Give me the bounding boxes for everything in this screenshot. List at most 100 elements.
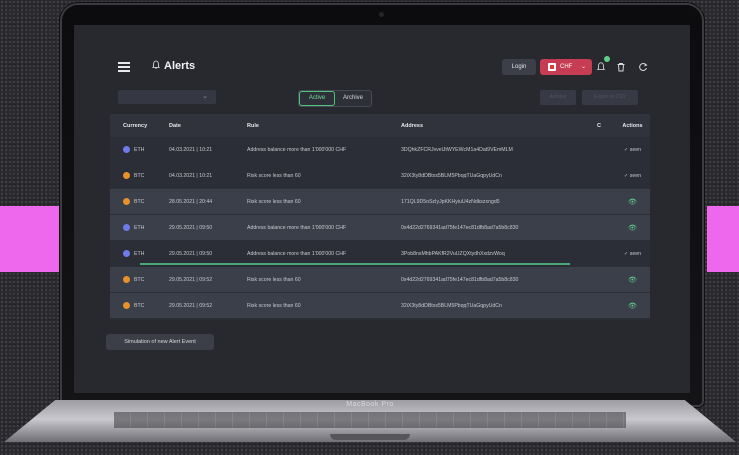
rule-cell: Risk score less than 60 xyxy=(247,302,301,309)
currency-code: ETH xyxy=(134,224,145,231)
date-cell: 29.05.2021 | 09:50 xyxy=(169,250,213,257)
col-currency: Currency xyxy=(123,122,148,129)
table-row[interactable]: BTC 29.05.2021 | 09:52 Risk score less tha… xyxy=(110,267,650,293)
seen-check[interactable]: ✓ seen xyxy=(624,173,641,179)
tab-switch: Active Archive xyxy=(298,90,372,107)
chevron-down-icon: ⌄ xyxy=(202,93,208,100)
laptop-lid: Alerts Login CHF ⌄ ⌄ Active Archive Arch… xyxy=(62,5,702,405)
currency-cell: BTC xyxy=(110,302,169,309)
hamburger-menu-icon[interactable] xyxy=(118,62,130,72)
currency-code: BTC xyxy=(134,172,145,179)
left-pink-band xyxy=(0,206,66,272)
date-cell: 28.05.2021 | 20:44 xyxy=(169,198,213,205)
currency-cell: ETH xyxy=(110,224,169,231)
currency-select[interactable]: CHF ⌄ xyxy=(540,59,592,75)
scroll-indicator xyxy=(140,263,570,265)
rule-cell: Address balance more than 1'000'000 CHF xyxy=(247,146,347,153)
action-cell[interactable]: 👁 xyxy=(615,198,650,206)
rule-cell: Risk score less than 60 xyxy=(247,172,301,179)
date-cell: 04.03.2021 | 10:21 xyxy=(169,172,213,179)
action-cell[interactable]: 👁 xyxy=(615,224,650,232)
btc-coin-icon xyxy=(123,276,130,283)
currency-cell: ETH xyxy=(110,250,169,257)
notification-badge xyxy=(604,56,610,62)
currency-cell: BTC xyxy=(110,172,169,179)
bell-icon xyxy=(152,60,160,69)
currency-cell: ETH xyxy=(110,146,169,153)
eth-coin-icon xyxy=(123,146,130,153)
currency-code: ETH xyxy=(134,146,145,153)
seen-label: seen xyxy=(629,172,642,179)
login-button[interactable]: Login xyxy=(502,59,536,75)
rule-cell: Risk score less than 60 xyxy=(247,276,301,283)
address-cell: 3Pob8nsMhbPAKfR2VuUZQXtydhXxdzvWoq xyxy=(401,250,505,257)
col-address: Address xyxy=(401,122,424,129)
seen-label: seen xyxy=(629,146,642,153)
btc-coin-icon xyxy=(123,172,130,179)
currency-code: BTC xyxy=(134,302,145,309)
address-cell: 3DQhkZFCRJvvelJtWYEWcM1a4Dat9VEmMLM xyxy=(401,146,513,153)
action-cell[interactable]: ✓ seen xyxy=(615,147,650,153)
eye-icon[interactable]: 👁 xyxy=(628,302,637,310)
table-row[interactable]: ETH 04.03.2021 | 10:21 Address balance mor… xyxy=(110,137,650,163)
app-screen: Alerts Login CHF ⌄ ⌄ Active Archive Arch… xyxy=(74,25,690,393)
rule-cell: Address balance more than 1'000'000 CHF xyxy=(247,250,347,257)
action-cell[interactable]: ✓ seen xyxy=(615,251,650,257)
page-title: Alerts xyxy=(164,60,196,72)
chevron-down-icon: ⌄ xyxy=(580,64,586,70)
currency-value: CHF xyxy=(560,64,573,70)
seen-check[interactable]: ✓ seen xyxy=(624,147,641,153)
date-cell: 04.03.2021 | 10:21 xyxy=(169,146,213,153)
table-header: Currency Date Rule Address C Actions xyxy=(110,114,650,137)
eye-icon[interactable]: 👁 xyxy=(628,198,637,206)
refresh-icon[interactable] xyxy=(638,62,648,72)
notifications-bell-icon[interactable] xyxy=(596,62,606,72)
eye-icon[interactable]: 👁 xyxy=(628,276,637,284)
action-cell[interactable]: ✓ seen xyxy=(615,173,650,179)
table-row[interactable]: BTC 29.05.2021 | 09:52 Risk score less tha… xyxy=(110,293,650,319)
simulate-alert-button[interactable]: Simulation of new Alert Event xyxy=(106,334,214,350)
col-rule: Rule xyxy=(247,122,259,129)
date-cell: 29.05.2021 | 09:52 xyxy=(169,276,213,283)
rule-cell: Risk score less than 60 xyxy=(247,198,301,205)
currency-code: BTC xyxy=(134,198,145,205)
table-row[interactable]: BTC 28.05.2021 | 20:44 Risk score less tha… xyxy=(110,189,650,215)
address-cell: 0x4d22d2769341ad75fe147ec81dfb8ad7a5b8c8… xyxy=(401,276,519,283)
currency-cell: BTC xyxy=(110,276,169,283)
eth-coin-icon xyxy=(123,224,130,231)
swiss-flag-icon xyxy=(548,63,556,71)
currency-code: BTC xyxy=(134,276,145,283)
table-row[interactable]: BTC 04.03.2021 | 10:21 Risk score less tha… xyxy=(110,163,650,189)
tab-active[interactable]: Active xyxy=(299,91,335,106)
top-bar: Alerts Login CHF ⌄ xyxy=(74,25,690,85)
trash-icon[interactable] xyxy=(616,62,626,72)
action-cell[interactable]: 👁 xyxy=(615,276,650,284)
currency-code: ETH xyxy=(134,250,145,257)
table-row[interactable]: ETH 29.05.2021 | 09:50 Address balance mor… xyxy=(110,215,650,241)
address-cell: 0x4d22d2769341ad75fe147ec81dfb8ad7a5b8c8… xyxy=(401,224,519,231)
col-date: Date xyxy=(169,122,181,129)
archive-button[interactable]: Archive xyxy=(540,90,576,105)
date-cell: 29.05.2021 | 09:52 xyxy=(169,302,213,309)
right-pink-band xyxy=(707,206,739,272)
address-cell: 32iX3ty8dDBtxs5BLM5PbqqTUaGqpyUdCn xyxy=(401,172,502,179)
eth-coin-icon xyxy=(123,250,130,257)
btc-coin-icon xyxy=(123,198,130,205)
export-csv-button[interactable]: Export to CSV xyxy=(582,90,638,105)
filter-dropdown[interactable]: ⌄ xyxy=(118,90,216,104)
alerts-table: Currency Date Rule Address C Actions ETH… xyxy=(110,114,650,319)
eye-icon[interactable]: 👁 xyxy=(628,224,637,232)
address-cell: 171QL9D5oSzIyJpKKHyiuU4zNdkszxngd5 xyxy=(401,198,500,205)
keyboard xyxy=(114,412,626,428)
tab-archive[interactable]: Archive xyxy=(335,91,371,106)
seen-check[interactable]: ✓ seen xyxy=(624,251,641,257)
col-c: C xyxy=(597,122,601,129)
action-cell[interactable]: 👁 xyxy=(615,302,650,310)
date-cell: 29.05.2021 | 09:50 xyxy=(169,224,213,231)
laptop-notch xyxy=(330,434,410,440)
col-actions: Actions xyxy=(622,122,643,129)
rule-cell: Address balance more than 1'000'000 CHF xyxy=(247,224,347,231)
device-brand: MacBook Pro xyxy=(346,401,394,408)
seen-label: seen xyxy=(629,250,642,257)
camera xyxy=(379,12,384,17)
